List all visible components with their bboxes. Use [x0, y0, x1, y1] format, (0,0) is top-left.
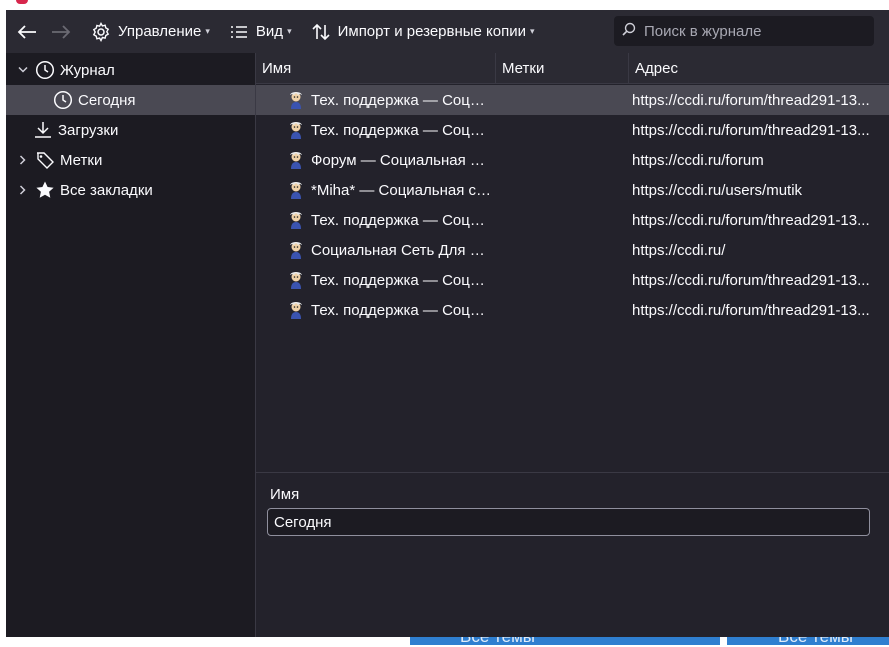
- row-url: https://ccdi.ru/forum: [632, 151, 764, 169]
- view-button[interactable]: Вид ▾: [222, 16, 298, 48]
- list-icon: [228, 21, 250, 43]
- arrow-left-icon: [16, 21, 38, 43]
- tag-icon: [34, 149, 56, 171]
- sidebar-item-downloads[interactable]: Загрузки: [6, 115, 255, 145]
- manage-button[interactable]: Управление ▾: [84, 16, 216, 48]
- row-name: *Miha* — Социальная сеть: [311, 181, 491, 199]
- chevron-down-icon: ▾: [530, 26, 535, 36]
- table-row[interactable]: Тех. поддержка — Социальная сеть https:/…: [256, 295, 889, 325]
- clock-icon: [52, 89, 74, 111]
- background-app-edge: [16, 0, 28, 4]
- row-url: https://ccdi.ru/forum/thread291-13...: [632, 121, 870, 139]
- details-pane: Имя: [256, 472, 889, 637]
- toolbar: Управление ▾ Вид ▾ Импорт и резервные ко…: [6, 10, 889, 53]
- chevron-down-icon: ▾: [205, 26, 210, 36]
- table-row[interactable]: Тех. поддержка — Социальная сеть https:/…: [256, 265, 889, 295]
- name-field-label: Имя: [270, 486, 300, 503]
- sidebar-item-label: Журнал: [60, 61, 115, 79]
- sidebar-item-today[interactable]: Сегодня: [6, 85, 255, 115]
- sidebar-item-history[interactable]: Журнал: [6, 55, 255, 85]
- import-backup-label: Импорт и резервные копии: [337, 23, 526, 40]
- site-favicon-icon: [290, 212, 302, 229]
- sidebar-item-label: Загрузки: [58, 121, 119, 139]
- chevron-down-icon: ▾: [287, 26, 292, 36]
- history-search-box[interactable]: [614, 16, 874, 46]
- library-window: Управление ▾ Вид ▾ Импорт и резервные ко…: [6, 10, 889, 637]
- sidebar-item-label: Все закладки: [60, 181, 153, 199]
- chevron-down-icon[interactable]: [16, 66, 30, 74]
- row-url: https://ccdi.ru/forum/thread291-13...: [632, 301, 870, 319]
- row-name: Тех. поддержка — Социальная сеть: [311, 121, 491, 139]
- table-row[interactable]: Тех. поддержка — Социальная сеть https:/…: [256, 115, 889, 145]
- row-name: Социальная Сеть Для Инвалидов: [311, 241, 491, 259]
- row-url: https://ccdi.ru/forum/thread291-13...: [632, 91, 870, 109]
- site-favicon-icon: [290, 182, 302, 199]
- row-url: https://ccdi.ru/: [632, 241, 726, 259]
- row-url: https://ccdi.ru/users/mutik: [632, 181, 803, 199]
- table-row[interactable]: *Miha* — Социальная сеть https://ccdi.ru…: [256, 175, 889, 205]
- manage-label: Управление: [118, 23, 202, 40]
- search-icon: [622, 22, 636, 41]
- sort-arrows-icon: [310, 21, 332, 43]
- table-row[interactable]: Социальная Сеть Для Инвалидов https://cc…: [256, 235, 889, 265]
- row-url: https://ccdi.ru/forum/thread291-13...: [632, 211, 870, 229]
- chevron-right-icon[interactable]: [16, 185, 30, 195]
- column-header-name[interactable]: Имя: [256, 53, 496, 83]
- row-name: Тех. поддержка — Социальная сеть: [311, 271, 491, 289]
- row-name: Тех. поддержка — Социальная сеть: [311, 301, 491, 319]
- search-input[interactable]: [642, 21, 866, 41]
- column-header-row: Имя Метки Адрес: [256, 53, 889, 84]
- import-backup-button[interactable]: Импорт и резервные копии ▾: [304, 16, 541, 48]
- download-icon: [32, 119, 54, 141]
- forward-button[interactable]: [44, 16, 78, 48]
- table-row[interactable]: Тех. поддержка — Социальная сеть https:/…: [256, 205, 889, 235]
- arrow-right-icon: [50, 21, 72, 43]
- table-row[interactable]: Тех. поддержка — Социальная сеть https:/…: [256, 85, 889, 115]
- back-button[interactable]: [10, 16, 44, 48]
- site-favicon-icon: [290, 122, 302, 139]
- sidebar-item-label: Метки: [60, 151, 103, 169]
- chevron-right-icon[interactable]: [16, 155, 30, 165]
- sidebar-tree: Журнал Сегодня Загрузки Метки Все заклад…: [6, 53, 256, 637]
- table-row[interactable]: Форум — Социальная сеть https://ccdi.ru/…: [256, 145, 889, 175]
- sidebar-item-all-bookmarks[interactable]: Все закладки: [6, 175, 255, 205]
- name-field[interactable]: [267, 508, 870, 536]
- column-header-tags[interactable]: Метки: [496, 53, 629, 83]
- site-favicon-icon: [290, 152, 302, 169]
- sidebar-item-tags[interactable]: Метки: [6, 145, 255, 175]
- row-name: Форум — Социальная сеть: [311, 151, 491, 169]
- site-favicon-icon: [290, 242, 302, 259]
- star-icon: [34, 179, 56, 201]
- sidebar-item-label: Сегодня: [78, 91, 136, 109]
- row-name: Тех. поддержка — Социальная сеть: [311, 91, 491, 109]
- row-url: https://ccdi.ru/forum/thread291-13...: [632, 271, 870, 289]
- site-favicon-icon: [290, 92, 302, 109]
- history-list: Имя Метки Адрес Тех. поддержка — Социаль…: [256, 53, 889, 472]
- gear-icon: [90, 21, 112, 43]
- row-name: Тех. поддержка — Социальная сеть: [311, 211, 491, 229]
- view-label: Вид: [255, 23, 284, 40]
- clock-icon: [34, 59, 56, 81]
- column-header-url[interactable]: Адрес: [629, 53, 889, 83]
- site-favicon-icon: [290, 272, 302, 289]
- site-favicon-icon: [290, 302, 302, 319]
